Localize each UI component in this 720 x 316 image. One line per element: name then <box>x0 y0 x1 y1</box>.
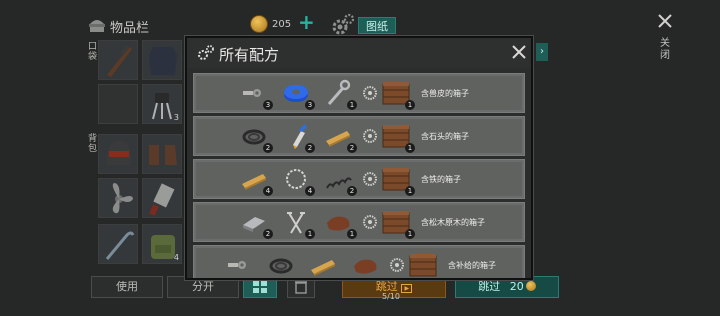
inventory-slot[interactable] <box>142 40 182 80</box>
inventory-slot[interactable] <box>98 178 138 218</box>
pocket-label: 口袋 <box>88 42 98 62</box>
recipe-row[interactable]: 含补给的箱子 <box>193 245 525 278</box>
add-coins-button[interactable]: + <box>298 12 315 32</box>
tab-blueprints[interactable]: 图纸 <box>358 17 396 34</box>
recipe-row[interactable]: 2 1 1 1 含松木原木的箱子 <box>193 202 525 242</box>
saw-blade-icon <box>363 215 377 229</box>
ingredient-count: 2 <box>263 229 273 239</box>
recipe-result-label: 含松木原木的箱子 <box>421 218 485 227</box>
slot-count: 4 <box>173 253 179 262</box>
use-button[interactable]: 使用 <box>91 276 163 298</box>
inventory-slot[interactable] <box>98 84 138 124</box>
play-icon: ▶ <box>401 284 413 293</box>
crowbar-icon <box>105 231 135 260</box>
recipe-result-label: 含补给的箱子 <box>448 261 496 270</box>
recipe-row[interactable]: 4 4 2 1 含铁的箱子 <box>193 159 525 199</box>
result-count: 1 <box>405 100 415 110</box>
helmet-icon <box>107 141 131 165</box>
coin-icon <box>250 15 268 33</box>
shotgun-icon <box>107 44 132 77</box>
recipes-modal: 所有配方 › 3 3 1 1 含兽皮的箱子 2 2 2 1 含石头的箱子 4 4 2 1 含铁的箱子 2 1 1 1… <box>185 36 548 280</box>
trash-icon <box>295 281 307 294</box>
close-label: 关闭 <box>660 38 670 61</box>
saw-blade-icon <box>363 86 377 100</box>
close-icon[interactable] <box>656 12 674 30</box>
ingredient-count: 3 <box>305 100 315 110</box>
gears-icon <box>198 45 214 60</box>
inventory-bag-icon <box>89 20 105 32</box>
ingredient-count: 2 <box>347 143 357 153</box>
leather-icon <box>354 259 377 274</box>
ingredient-count: 1 <box>347 229 357 239</box>
modal-title: 所有配方 <box>219 46 280 64</box>
recipe-result-label: 含石头的箱子 <box>421 132 469 141</box>
inventory-slot[interactable] <box>98 40 138 80</box>
saw-blade-icon <box>390 258 404 272</box>
chevron-right-icon[interactable]: › <box>536 43 548 61</box>
result-count: 1 <box>405 143 415 153</box>
ingredient-count: 2 <box>305 143 315 153</box>
ingredient-count: 2 <box>263 143 273 153</box>
wood-plank-icon <box>311 260 335 276</box>
ingredient-count: 1 <box>305 229 315 239</box>
recipe-list: 3 3 1 1 含兽皮的箱子 2 2 2 1 含石头的箱子 4 4 2 1 含铁的箱子 2 1 1 1 含松木原木的箱… <box>193 73 525 278</box>
crate-icon <box>409 254 437 277</box>
recipe-result-label: 含铁的箱子 <box>421 175 461 184</box>
crafting-gear-icon[interactable] <box>331 13 355 37</box>
modal-close-icon[interactable] <box>511 44 527 60</box>
slot-count: 3 <box>173 113 179 122</box>
coin-count: 205 <box>272 19 292 30</box>
backpack-label: 背包 <box>88 134 98 154</box>
recipe-row[interactable]: 3 3 1 1 含兽皮的箱子 <box>193 73 525 113</box>
rope-coil-icon <box>269 258 293 274</box>
inventory-slot[interactable] <box>98 134 138 174</box>
ingredient-count: 1 <box>347 100 357 110</box>
inventory-slot[interactable]: 4 <box>142 224 182 264</box>
coin-icon <box>525 281 536 291</box>
skip-paid-label: 跳过 <box>478 280 501 293</box>
ingredient-count: 4 <box>263 186 273 196</box>
recipe-result-label: 含兽皮的箱子 <box>421 89 469 98</box>
ingredient-count: 3 <box>263 100 273 110</box>
propeller-icon <box>112 183 133 214</box>
sort-grid-icon <box>253 281 267 293</box>
skip-ad-counter: 5/10 <box>382 292 400 301</box>
modal-header: 所有配方 <box>187 38 531 68</box>
inventory-slot[interactable] <box>142 178 182 218</box>
result-count: 1 <box>405 229 415 239</box>
result-count: 1 <box>405 186 415 196</box>
inventory-slot[interactable] <box>142 134 182 174</box>
saw-blade-icon <box>363 129 377 143</box>
inventory-title: 物品栏 <box>110 21 150 36</box>
skip-paid-cost: 20 <box>509 280 524 293</box>
nail-bolt-icon <box>228 261 246 269</box>
armor-vest-icon <box>149 47 177 75</box>
ingredient-count: 2 <box>347 186 357 196</box>
saw-blade-icon <box>363 172 377 186</box>
inventory-slot[interactable] <box>98 224 138 264</box>
inventory-slot[interactable]: 3 <box>142 84 182 124</box>
cleaver-icon <box>149 183 175 216</box>
recipe-row[interactable]: 2 2 2 1 含石头的箱子 <box>193 116 525 156</box>
boots-icon <box>149 145 177 165</box>
ingredient-count: 4 <box>305 186 315 196</box>
